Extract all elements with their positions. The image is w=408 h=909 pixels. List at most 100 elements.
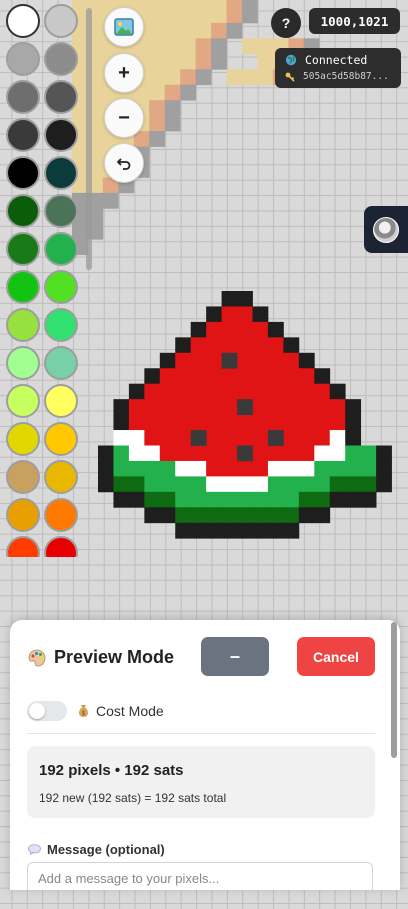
watermelon-pixel [252, 491, 269, 508]
color-swatch[interactable] [44, 4, 78, 38]
background-pixel [226, 0, 243, 8]
color-swatch[interactable] [6, 232, 40, 266]
watermelon-pixel [329, 430, 346, 446]
watermelon-pixel [144, 476, 161, 493]
watermelon-pixel [190, 476, 207, 493]
watermelon-pixel [329, 491, 346, 508]
background-pixel [149, 22, 166, 39]
color-swatch[interactable] [44, 232, 78, 266]
watermelon-pixel [159, 460, 176, 477]
cancel-button[interactable]: Cancel [297, 637, 375, 676]
cost-mode-toggle[interactable] [27, 701, 67, 721]
color-swatch[interactable] [6, 498, 40, 532]
color-swatch[interactable] [6, 118, 40, 152]
color-swatch[interactable] [6, 270, 40, 304]
watermelon-pixel [360, 476, 377, 493]
watermelon-pixel [221, 399, 238, 415]
watermelon-pixel [175, 522, 192, 539]
watermelon-pixel [283, 522, 300, 539]
watermelon-pixel [159, 383, 176, 400]
watermelon-pixel [314, 430, 331, 446]
watermelon-pixel [252, 460, 269, 477]
color-swatch[interactable] [6, 42, 40, 76]
color-swatch[interactable] [6, 460, 40, 494]
watermelon-pixel [345, 445, 362, 462]
globe-icon [285, 54, 297, 66]
watermelon-pixel [314, 476, 331, 493]
watermelon-pixel [128, 430, 145, 446]
background-pixel [257, 38, 274, 55]
background-pixel [241, 0, 258, 8]
watermelon-pixel [314, 383, 331, 400]
watermelon-pixel [252, 430, 269, 446]
color-swatch[interactable] [44, 80, 78, 114]
color-swatch[interactable] [44, 270, 78, 304]
watermelon-pixel [267, 507, 284, 524]
color-swatch[interactable] [6, 4, 40, 38]
watermelon-pixel [144, 491, 161, 508]
message-input[interactable] [27, 862, 373, 890]
color-swatch[interactable] [44, 384, 78, 418]
watermelon-pixel [128, 460, 145, 477]
color-swatch[interactable] [6, 346, 40, 380]
panel-scrollbar[interactable] [391, 622, 397, 758]
watermelon-pixel [221, 337, 238, 354]
profile-tab[interactable] [364, 206, 408, 253]
background-pixel [257, 69, 274, 86]
cancel-label: Cancel [313, 648, 359, 665]
watermelon-pixel [329, 476, 346, 493]
watermelon-pixel [175, 476, 192, 493]
color-swatch[interactable] [6, 156, 40, 190]
key-icon [285, 72, 295, 82]
background-pixel [102, 0, 119, 8]
color-swatch[interactable] [44, 118, 78, 152]
undo-button[interactable] [104, 143, 144, 183]
color-swatch[interactable] [44, 42, 78, 76]
watermelon-pixel [206, 522, 222, 539]
background-pixel [164, 53, 181, 70]
watermelon-pixel [144, 368, 161, 385]
background-pixel [211, 53, 227, 70]
background-pixel [149, 69, 166, 86]
color-swatch[interactable] [44, 194, 78, 228]
watermelon-pixel [206, 491, 222, 508]
help-button[interactable]: ? [271, 8, 301, 38]
watermelon-pixel [175, 383, 192, 400]
color-swatch[interactable] [44, 156, 78, 190]
color-swatch[interactable] [44, 498, 78, 532]
watermelon-pixel [376, 476, 392, 493]
watermelon-pixel [267, 383, 284, 400]
color-swatch[interactable] [6, 80, 40, 114]
zoom-out-button[interactable]: − [104, 98, 144, 138]
panel-title: Preview Mode [28, 647, 174, 668]
background-pixel [180, 84, 196, 101]
watermelon-pixel [376, 460, 392, 477]
color-swatch[interactable] [6, 422, 40, 456]
background-pixel [195, 69, 212, 86]
watermelon-pixel [329, 414, 346, 431]
watermelon-pixel [267, 460, 284, 477]
color-swatch[interactable] [6, 384, 40, 418]
watermelon-pixel [175, 337, 192, 354]
color-swatch[interactable] [44, 536, 78, 557]
minimize-button[interactable]: – [201, 637, 269, 676]
color-swatch[interactable] [44, 422, 78, 456]
watermelon-pixel [283, 430, 300, 446]
color-swatch[interactable] [44, 308, 78, 342]
watermelon-pixel [345, 491, 362, 508]
message-label: Message (optional) [28, 842, 165, 857]
watermelon-pixel [237, 383, 253, 400]
watermelon-pixel [175, 414, 192, 431]
palette-scrollbar[interactable] [86, 8, 92, 270]
color-swatch[interactable] [44, 460, 78, 494]
watermelon-pixel [159, 414, 176, 431]
color-swatch[interactable] [44, 346, 78, 380]
background-pixel [164, 22, 181, 39]
watermelon-pixel [221, 321, 238, 338]
background-pixel [149, 84, 166, 101]
image-upload-button[interactable] [104, 7, 144, 47]
zoom-in-button[interactable]: + [104, 53, 144, 93]
color-swatch[interactable] [6, 308, 40, 342]
color-swatch[interactable] [6, 536, 40, 557]
color-swatch[interactable] [6, 194, 40, 228]
